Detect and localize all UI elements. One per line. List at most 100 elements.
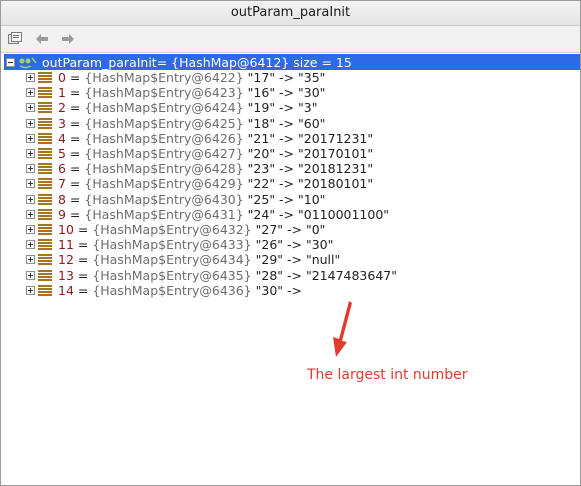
map-entry-icon <box>38 117 52 129</box>
map-entry-icon <box>38 254 52 266</box>
tree-entry-row[interactable]: 1 = {HashMap$Entry@6423} "16" -> "30" <box>1 85 580 100</box>
tree-entry-row[interactable]: 13 = {HashMap$Entry@6435} "28" -> "21474… <box>1 267 580 283</box>
entry-type: {HashMap$Entry@6433} <box>92 237 252 253</box>
tree-entry-row[interactable]: 10 = {HashMap$Entry@6432} "27" -> "0" <box>1 222 580 237</box>
entry-key-value: "20" -> "20170101" <box>247 146 374 162</box>
entry-key-value: "17" -> "35" <box>247 70 326 86</box>
tree-entry-row[interactable]: 3 = {HashMap$Entry@6425} "18" -> "60" <box>1 116 580 131</box>
tree-entry-row[interactable]: 2 = {HashMap$Entry@6424} "19" -> "3" <box>1 100 580 115</box>
expand-icon[interactable] <box>26 255 35 265</box>
debugger-variables-window: outParam_paraInit outParam_paraInit = {H… <box>0 0 581 486</box>
entry-key-value: "22" -> "20180101" <box>247 176 374 192</box>
entry-type: {HashMap$Entry@6428} <box>84 161 244 177</box>
entry-key-value: "27" -> "0" <box>255 221 326 237</box>
entry-type: {HashMap$Entry@6436} <box>92 282 252 298</box>
tree-entry-row[interactable]: 9 = {HashMap$Entry@6431} "24" -> "011000… <box>1 207 580 222</box>
equals-sign: = <box>65 115 85 131</box>
expand-icon[interactable] <box>26 209 35 219</box>
entry-key-value: "25" -> "10" <box>247 191 326 207</box>
tree-entry-row[interactable]: 11 = {HashMap$Entry@6433} "26" -> "30" <box>1 237 580 252</box>
tree-entry-row[interactable]: 14 = {HashMap$Entry@6436} "30" -> <box>1 283 580 298</box>
map-entry-icon <box>38 193 52 205</box>
entry-index: 6 <box>58 161 66 177</box>
entry-key-value: "29" -> "null" <box>255 252 341 268</box>
equals-sign: = <box>73 267 93 283</box>
variables-icon[interactable] <box>7 30 25 48</box>
entry-type: {HashMap$Entry@6422} <box>84 70 244 86</box>
back-arrow-icon[interactable] <box>33 30 51 48</box>
expand-icon[interactable] <box>26 224 35 234</box>
forward-arrow-icon[interactable] <box>59 30 77 48</box>
expand-icon[interactable] <box>26 88 35 98</box>
entry-type: {HashMap$Entry@6430} <box>84 191 244 207</box>
expand-icon[interactable] <box>26 270 35 280</box>
variables-tree: outParam_paraInit = {HashMap@6412} size … <box>1 54 580 485</box>
entry-key-value: "18" -> "60" <box>247 115 326 131</box>
tree-entry-row[interactable]: 4 = {HashMap$Entry@6426} "21" -> "201712… <box>1 131 580 146</box>
entry-index: 0 <box>58 70 66 86</box>
entry-key-value: "16" -> "30" <box>247 85 326 101</box>
entry-type: {HashMap$Entry@6423} <box>84 85 244 101</box>
expand-icon[interactable] <box>26 179 35 189</box>
equals-sign: = <box>65 191 85 207</box>
expand-icon[interactable] <box>26 133 35 143</box>
entry-index: 11 <box>58 237 74 253</box>
entry-index: 7 <box>58 176 66 192</box>
equals-sign: = <box>65 206 85 222</box>
annotation-arrow-icon <box>333 301 352 357</box>
tree-root-row[interactable]: outParam_paraInit = {HashMap@6412} size … <box>4 54 580 70</box>
expand-icon[interactable] <box>26 73 35 83</box>
map-entry-icon <box>38 239 52 251</box>
equals-sign: = <box>73 221 93 237</box>
entry-index: 8 <box>58 191 66 207</box>
expand-icon[interactable] <box>26 164 35 174</box>
entry-key-value: "28" -> "2147483647" <box>255 267 397 283</box>
entry-index: 2 <box>58 100 66 116</box>
entry-key-value: "30" -> <box>255 282 302 298</box>
root-variable-name: outParam_paraInit <box>42 54 157 70</box>
map-entry-icon <box>38 163 52 175</box>
tree-entry-row[interactable]: 7 = {HashMap$Entry@6429} "22" -> "201801… <box>1 176 580 191</box>
entry-index: 12 <box>58 252 74 268</box>
map-entry-icon <box>38 132 52 144</box>
entry-type: {HashMap$Entry@6427} <box>84 146 244 162</box>
map-entry-icon <box>38 284 52 296</box>
map-entry-icon <box>38 269 52 281</box>
collapse-icon[interactable] <box>6 57 15 67</box>
equals-sign: = <box>65 70 85 86</box>
window-title: outParam_paraInit <box>1 1 580 26</box>
expand-icon[interactable] <box>26 285 35 295</box>
equals-sign: = <box>73 237 93 253</box>
entry-type: {HashMap$Entry@6435} <box>92 267 252 283</box>
entry-type: {HashMap$Entry@6434} <box>92 252 252 268</box>
entry-index: 3 <box>58 115 66 131</box>
entry-index: 5 <box>58 146 66 162</box>
root-variable-summary: = {HashMap@6412} size = 15 <box>156 54 352 70</box>
tree-entry-row[interactable]: 5 = {HashMap$Entry@6427} "20" -> "201701… <box>1 146 580 161</box>
map-entry-icon <box>38 87 52 99</box>
toolbar <box>1 26 580 53</box>
tree-entry-row[interactable]: 8 = {HashMap$Entry@6430} "25" -> "10" <box>1 192 580 207</box>
expand-icon[interactable] <box>26 194 35 204</box>
entry-type: {HashMap$Entry@6424} <box>84 100 244 116</box>
tree-entry-row[interactable]: 12 = {HashMap$Entry@6434} "29" -> "null" <box>1 252 580 267</box>
entry-key-value: "19" -> "3" <box>247 100 318 116</box>
entry-key-value: "24" -> "0110001100" <box>247 206 390 222</box>
equals-sign: = <box>65 161 85 177</box>
annotation-label: The largest int number <box>307 367 468 383</box>
entry-type: {HashMap$Entry@6426} <box>84 130 244 146</box>
entry-list: 0 = {HashMap$Entry@6422} "17" -> "35" 1 =… <box>1 70 580 298</box>
entry-key-value: "23" -> "20181231" <box>247 161 374 177</box>
expand-icon[interactable] <box>26 240 35 250</box>
expand-icon[interactable] <box>26 118 35 128</box>
tree-entry-row[interactable]: 0 = {HashMap$Entry@6422} "17" -> "35" <box>1 70 580 85</box>
map-entry-icon <box>38 102 52 114</box>
expand-icon[interactable] <box>26 103 35 113</box>
map-entry-icon <box>38 178 52 190</box>
equals-sign: = <box>65 146 85 162</box>
entry-type: {HashMap$Entry@6425} <box>84 115 244 131</box>
tree-entry-row[interactable]: 6 = {HashMap$Entry@6428} "23" -> "201812… <box>1 161 580 176</box>
expand-icon[interactable] <box>26 149 35 159</box>
map-entry-icon <box>38 223 52 235</box>
map-entry-icon <box>38 72 52 84</box>
